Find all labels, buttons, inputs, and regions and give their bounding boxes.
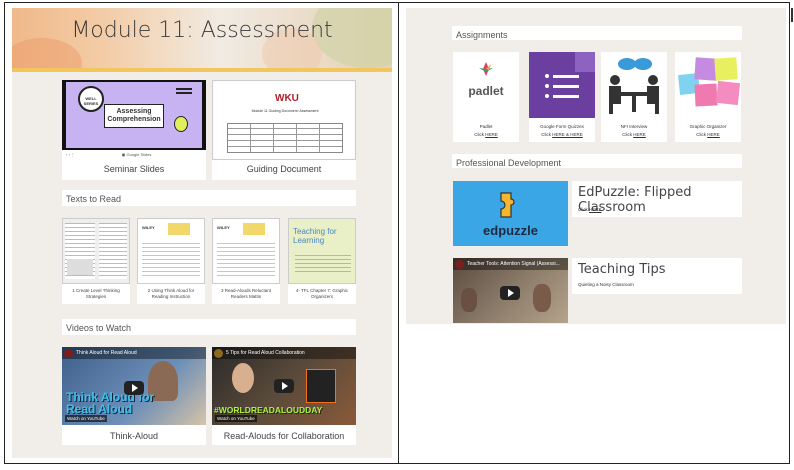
slides-thumbnail[interactable]: WELL SERIES Assessing Comprehension ‹ › … [62, 80, 206, 160]
text-caption-1[interactable]: 1 Create Level Thinking Strategies [62, 288, 130, 300]
slides-thumb-title: Assessing Comprehension [104, 104, 164, 128]
read-alouds-caption[interactable]: Read-Alouds for Collaboration [212, 431, 356, 441]
text-card-1[interactable]: 1 Create Level Thinking Strategies [62, 218, 130, 304]
pd-section-heading: Professional Development [452, 154, 742, 168]
video-card-read-alouds[interactable]: 5 Tips for Read Aloud Collaboration #WOR… [212, 347, 356, 445]
google-forms-caption: Google Form Quizzes [540, 124, 584, 129]
guiding-document-caption[interactable]: Guiding Document [212, 164, 356, 174]
nfi-interview-caption: NFI Interview [620, 124, 648, 129]
text-thumbnail-1[interactable] [62, 218, 130, 284]
sticky-notes-icon [675, 52, 741, 118]
think-aloud-caption[interactable]: Think-Aloud [62, 431, 206, 441]
assignments-section-heading: Assignments [452, 26, 742, 40]
edpuzzle-link[interactable]: Click HERE [578, 207, 602, 212]
wku-logo: WKU [275, 93, 299, 104]
youtube-play-icon[interactable] [124, 381, 144, 395]
seminar-slides-caption[interactable]: Seminar Slides [62, 164, 206, 174]
assignment-card-graphic-organizer[interactable]: Graphic Organizer Click HERE [675, 52, 741, 142]
guiding-doc-thumbnail[interactable]: WKU Module 11 Guiding Document: Assessme… [212, 80, 356, 160]
padlet-icon [477, 60, 495, 78]
module-banner: Module 11: Assessment [12, 8, 392, 72]
text-cursor [791, 8, 793, 22]
texts-section-heading: Texts to Read [62, 190, 356, 206]
text-thumbnail-4[interactable]: Teaching for Learning [288, 218, 356, 284]
assignment-card-nfi-interview[interactable]: NFI Interview Click HERE [601, 52, 667, 142]
google-forms-link[interactable]: Click HERE & HERE [529, 132, 595, 137]
assignment-card-google-forms[interactable]: Google Form Quizzes Click HERE & HERE [529, 52, 595, 142]
read-alouds-video-title[interactable]: 5 Tips for Read Aloud Collaboration [212, 347, 356, 359]
teaching-tips-video-player[interactable]: Teacher Tools: Attention Signal (Assessi… [453, 258, 568, 323]
edpuzzle-title: EdPuzzle: Flipped Classroom [578, 185, 692, 215]
graphic-organizer-caption: Graphic Organizer [689, 124, 727, 129]
well-series-badge: WELL SERIES [78, 86, 104, 112]
edpuzzle-icon [497, 191, 519, 219]
google-forms-icon [529, 52, 595, 118]
edpuzzle-info-card: EdPuzzle: Flipped Classroom Click HERE [572, 181, 742, 217]
text-thumbnail-2[interactable]: WILEY [137, 218, 205, 284]
video-card-think-aloud[interactable]: Think Aloud for Read Aloud Think Aloud f… [62, 347, 206, 445]
tfl-book-title: Teaching for Learning [293, 227, 337, 245]
videos-section-heading: Videos to Watch [62, 319, 356, 335]
seminar-slides-card[interactable]: WELL SERIES Assessing Comprehension ‹ › … [62, 80, 206, 180]
graphic-organizer-link[interactable]: Click HERE [675, 132, 741, 137]
padlet-link[interactable]: Click HERE [453, 132, 519, 137]
teaching-tips-video-title[interactable]: Teacher Tools: Attention Signal (Assessi… [453, 258, 568, 270]
read-alouds-overlay-text: #WORLDREADALOUDDAY [214, 405, 323, 415]
teaching-tips-subtitle[interactable]: Quieting a Noisy Classroom [578, 282, 634, 287]
edpuzzle-logo-text: edpuzzle [483, 223, 538, 238]
think-aloud-video-player[interactable]: Think Aloud for Read Aloud Think Aloud f… [62, 347, 206, 425]
watch-on-youtube-link[interactable]: Watch on YouTube [65, 415, 107, 422]
module-page-right: Assignments padlet Padlet Click HERE Goo… [406, 8, 786, 324]
text-card-3[interactable]: WILEY 3 Read-Alouds Reluctant Readers Ma… [212, 218, 280, 304]
interview-icon [605, 56, 663, 116]
slides-toolbar[interactable]: ‹ › ⋮ ▣ Google Slides [62, 150, 206, 160]
teaching-tips-info-card: Teaching Tips Quieting a Noisy Classroom [572, 258, 742, 294]
read-alouds-video-player[interactable]: 5 Tips for Read Aloud Collaboration #WOR… [212, 347, 356, 425]
assignment-card-padlet[interactable]: padlet Padlet Click HERE [453, 52, 519, 142]
youtube-play-icon[interactable] [500, 286, 520, 300]
padlet-logo-text: padlet [468, 84, 504, 98]
text-card-4[interactable]: Teaching for Learning 4- TFL Chapter 7: … [288, 218, 356, 304]
text-caption-4[interactable]: 4- TFL Chapter 7: Graphic Organizers [288, 288, 356, 300]
think-aloud-video-title[interactable]: Think Aloud for Read Aloud [62, 347, 206, 359]
padlet-caption: Padlet [479, 124, 493, 129]
think-aloud-overlay-text: Think Aloud for Read Aloud [66, 390, 155, 416]
module-page-left: Module 11: Assessment WELL SERIES Assess… [12, 8, 392, 458]
nfi-interview-link[interactable]: Click HERE [601, 132, 667, 137]
text-caption-3[interactable]: 3 Read-Alouds Reluctant Readers Mattin [212, 288, 280, 300]
teaching-tips-title: Teaching Tips [578, 262, 666, 277]
column-divider [398, 2, 399, 464]
text-caption-2[interactable]: 2 Using Think Aloud for Reading Instruct… [137, 288, 205, 300]
guiding-doc-thumb-title: Module 11 Guiding Document: Assessment [251, 109, 319, 113]
module-title: Module 11: Assessment [71, 18, 333, 43]
text-card-2[interactable]: WILEY 2 Using Think Aloud for Reading In… [137, 218, 205, 304]
watch-on-youtube-link[interactable]: Watch on YouTube [215, 415, 257, 422]
guiding-document-card[interactable]: WKU Module 11 Guiding Document: Assessme… [212, 80, 356, 180]
text-thumbnail-3[interactable]: WILEY [212, 218, 280, 284]
youtube-play-icon[interactable] [274, 379, 294, 393]
edpuzzle-thumbnail[interactable]: edpuzzle [453, 181, 568, 246]
